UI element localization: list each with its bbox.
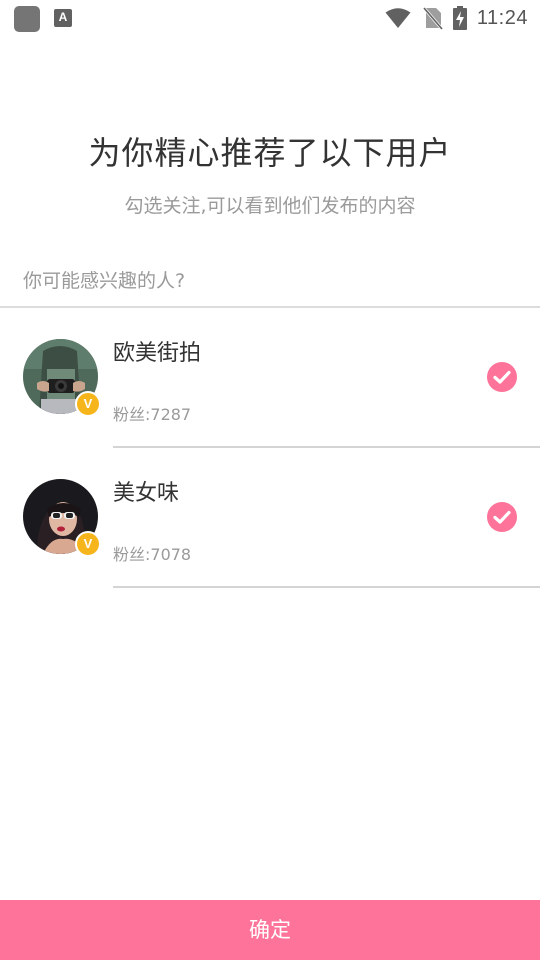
user-name: 美女味 — [113, 481, 180, 506]
status-bar: A 11:24 — [0, 0, 540, 36]
no-sim-icon — [422, 6, 443, 30]
status-icons: 11:24 — [385, 5, 528, 31]
app-notification-icon — [14, 6, 40, 32]
user-row[interactable]: V 欧美街拍 粉丝:7287 — [0, 308, 540, 448]
user-fans-count: 粉丝:7287 — [113, 405, 192, 424]
check-icon[interactable] — [487, 362, 517, 392]
check-icon[interactable] — [487, 502, 517, 532]
status-time: 11:24 — [476, 6, 528, 29]
user-row[interactable]: V 美女味 粉丝:7078 — [0, 448, 540, 588]
user-list: V 欧美街拍 粉丝:7287 V 美女味 粉丝:7078 — [0, 308, 540, 588]
wifi-icon — [385, 7, 411, 29]
battery-charging-icon — [452, 6, 467, 30]
row-divider — [113, 586, 540, 588]
section-label: 你可能感兴趣的人? — [23, 270, 186, 292]
recommend-users-screen: A 11:24 为你精心推荐了以下用户 勾选关注,可以看到他们发布的内容 你可能… — [0, 0, 540, 960]
verified-badge-icon: V — [75, 391, 101, 417]
keyboard-notification-icon: A — [54, 9, 72, 27]
page-title: 为你精心推荐了以下用户 — [88, 134, 452, 172]
confirm-button[interactable]: 确定 — [0, 900, 540, 960]
page-subtitle: 勾选关注,可以看到他们发布的内容 — [124, 195, 416, 217]
verified-badge-icon: V — [75, 531, 101, 557]
user-name: 欧美街拍 — [113, 341, 202, 366]
user-fans-count: 粉丝:7078 — [113, 545, 192, 564]
